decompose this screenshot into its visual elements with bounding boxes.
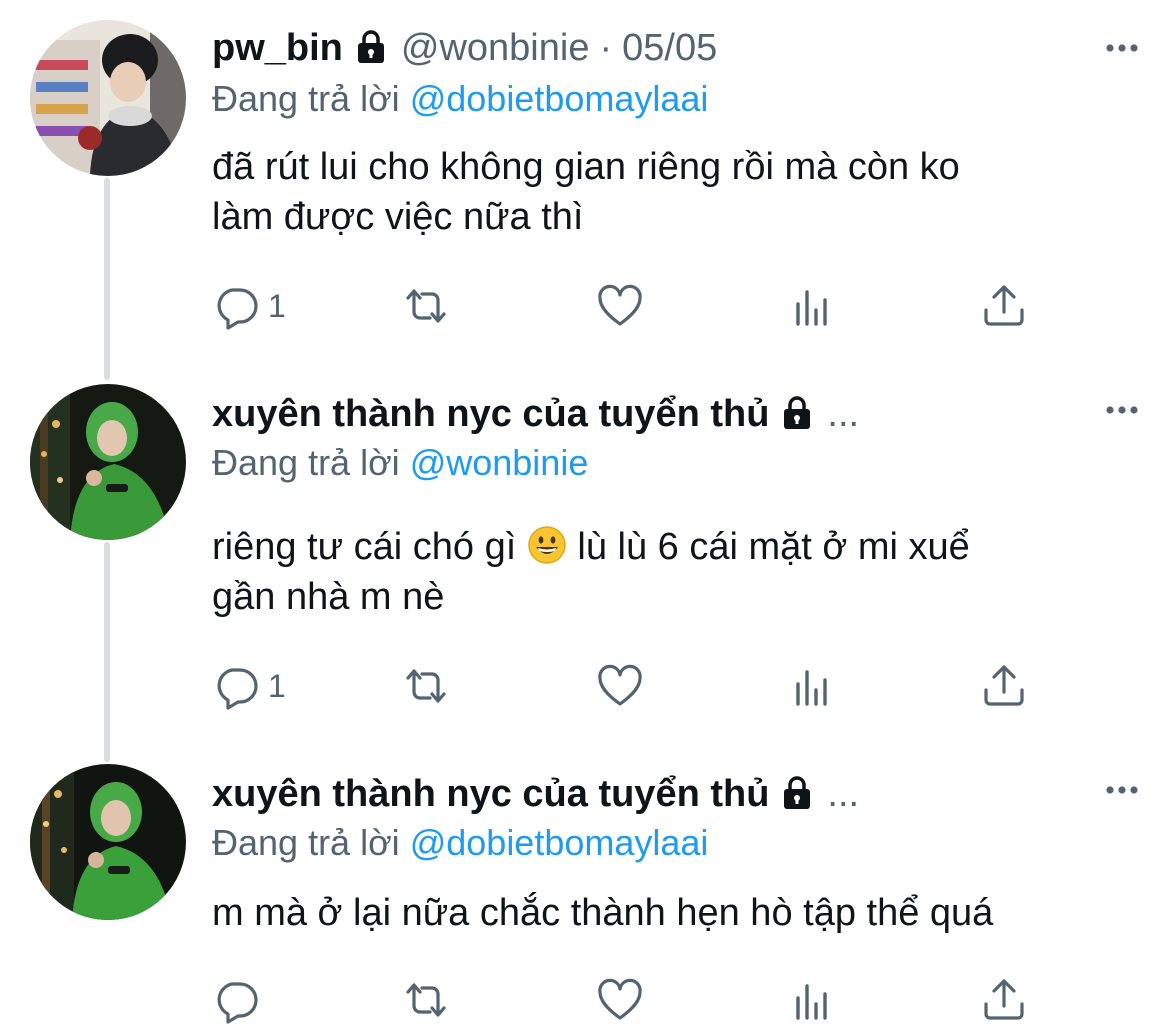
lock-icon xyxy=(777,396,817,431)
lock-icon xyxy=(777,776,817,811)
tweet-text-line: riêng tư cái chó gì lù lù 6 cái mặt ở mi… xyxy=(212,522,1112,572)
tweet-text-line: đã rút lui cho không gian riêng rồi mà c… xyxy=(212,146,960,188)
avatar[interactable] xyxy=(30,20,186,176)
replying-to-mention[interactable]: @dobietbomaylaai xyxy=(410,822,709,863)
share-icon xyxy=(984,979,1024,1020)
share-button[interactable] xyxy=(980,976,1028,1024)
replying-to-mention[interactable]: @dobietbomaylaai xyxy=(410,78,709,119)
tweet-text: đã rút lui cho không gian riêng rồi mà c… xyxy=(212,142,1112,242)
analytics-icon xyxy=(796,670,827,706)
tweet-text-line: làm được việc nữa thì xyxy=(212,196,584,238)
like-button[interactable] xyxy=(596,976,644,1024)
retweet-icon xyxy=(406,669,446,703)
share-button[interactable] xyxy=(980,282,1028,330)
tweet-text-line: m mà ở lại nữa chắc thành hẹn hò tập thể… xyxy=(212,892,994,934)
heart-icon xyxy=(598,284,642,326)
like-button[interactable] xyxy=(596,662,644,710)
tweet-text: m mà ở lại nữa chắc thành hẹn hò tập thể… xyxy=(212,888,1112,938)
retweet-icon xyxy=(406,289,446,323)
display-name[interactable]: pw_bin xyxy=(212,27,343,70)
replying-to-label: Đang trả lời xyxy=(212,78,400,119)
avatar[interactable] xyxy=(30,764,186,920)
reply-button[interactable]: 1 xyxy=(212,282,286,330)
tweet-header: xuyên thành nyc của tuyển thủ ... xyxy=(212,772,859,816)
tweet-header: xuyên thành nyc của tuyển thủ ... xyxy=(212,392,859,436)
tweet-reply[interactable]: xuyên thành nyc của tuyển thủ ... Đang t… xyxy=(0,380,1170,720)
replying-to: Đang trả lời @dobietbomaylaai xyxy=(212,78,708,120)
tweet-reply[interactable]: xuyên thành nyc của tuyển thủ ... Đang t… xyxy=(0,762,1170,1034)
retweet-button[interactable] xyxy=(402,662,450,710)
reply-icon xyxy=(217,668,258,710)
tweet-actions xyxy=(212,976,1072,1024)
reply-count: 1 xyxy=(268,667,286,704)
analytics-icon xyxy=(796,984,827,1020)
analytics-button[interactable] xyxy=(788,976,836,1024)
heart-icon xyxy=(598,664,642,706)
lock-icon xyxy=(351,30,391,65)
handle[interactable]: @wonbinie xyxy=(401,27,590,70)
name-truncation: ... xyxy=(827,392,860,435)
tweet-text: riêng tư cái chó gì lù lù 6 cái mặt ở mi… xyxy=(212,522,1112,622)
replying-to-mention[interactable]: @wonbinie xyxy=(410,442,589,483)
share-icon xyxy=(984,665,1024,706)
reply-button[interactable] xyxy=(212,976,268,1024)
replying-to-label: Đang trả lời xyxy=(212,442,400,483)
analytics-button[interactable] xyxy=(788,282,836,330)
more-options-button[interactable] xyxy=(1102,390,1142,430)
tweet-reply[interactable]: pw_bin @wonbinie · 05/05 Đang trả lời @d… xyxy=(0,0,1170,340)
tweet-date[interactable]: 05/05 xyxy=(622,27,717,70)
more-horizontal-icon xyxy=(1106,406,1138,414)
tweet-text-line: gần nhà m nè xyxy=(212,576,445,618)
tweet-header: pw_bin @wonbinie · 05/05 xyxy=(212,26,717,70)
share-button[interactable] xyxy=(980,662,1028,710)
tweet-text-segment: riêng tư cái chó gì xyxy=(212,526,517,568)
share-icon xyxy=(984,285,1024,326)
avatar-photo xyxy=(30,384,186,540)
tweet-actions: 1 xyxy=(212,662,1072,710)
replying-to-label: Đang trả lời xyxy=(212,822,400,863)
avatar-photo xyxy=(30,20,186,176)
replying-to: Đang trả lời @wonbinie xyxy=(212,442,588,484)
reply-icon xyxy=(217,982,258,1024)
display-name[interactable]: xuyên thành nyc của tuyển thủ xyxy=(212,393,769,436)
reply-icon xyxy=(217,288,258,330)
heart-icon xyxy=(598,978,642,1020)
reply-count: 1 xyxy=(268,287,286,324)
more-options-button[interactable] xyxy=(1102,770,1142,810)
avatar-photo xyxy=(30,764,186,920)
more-horizontal-icon xyxy=(1106,786,1138,794)
tweet-actions: 1 xyxy=(212,282,1072,330)
more-horizontal-icon xyxy=(1106,44,1138,52)
separator-dot: · xyxy=(599,26,613,69)
tweet-text-segment: lù lù 6 cái mặt ở mi xuể xyxy=(577,526,970,568)
replying-to: Đang trả lời @dobietbomaylaai xyxy=(212,822,708,864)
retweet-button[interactable] xyxy=(402,976,450,1024)
like-button[interactable] xyxy=(596,282,644,330)
retweet-icon xyxy=(406,983,446,1017)
grinning-face-emoji xyxy=(527,525,567,565)
analytics-icon xyxy=(796,290,827,326)
name-truncation: ... xyxy=(827,772,860,815)
retweet-button[interactable] xyxy=(402,282,450,330)
analytics-button[interactable] xyxy=(788,662,836,710)
more-options-button[interactable] xyxy=(1102,28,1142,68)
reply-button[interactable]: 1 xyxy=(212,662,286,710)
avatar[interactable] xyxy=(30,384,186,540)
display-name[interactable]: xuyên thành nyc của tuyển thủ xyxy=(212,773,769,816)
